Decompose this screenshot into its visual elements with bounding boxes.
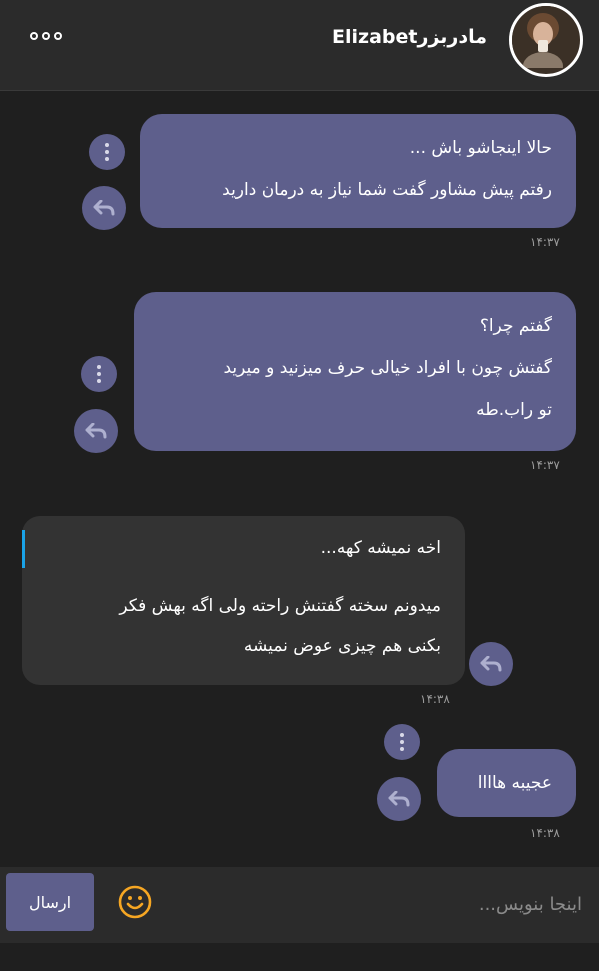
message-time: ۱۴:۳۷: [530, 235, 560, 249]
message-time: ۱۴:۳۷: [530, 458, 560, 472]
message-text: گفتم چرا؟: [479, 316, 552, 336]
reply-button[interactable]: [82, 186, 126, 230]
message-text: عجیبه هاااا: [477, 773, 552, 793]
chat-header: مادربزرElizabet: [0, 0, 599, 91]
avatar[interactable]: [509, 3, 583, 77]
message-text: حالا اینجاشو باش ...: [409, 138, 552, 158]
quote-bar: [22, 530, 25, 568]
message-time: ۱۴:۳۸: [420, 692, 450, 706]
message-time: ۱۴:۳۸: [530, 826, 560, 840]
message-input[interactable]: [170, 881, 584, 927]
send-button[interactable]: ارسال: [6, 873, 94, 931]
message-text: گفتش چون با افراد خیالی حرف میزنید و میر…: [223, 358, 553, 378]
reply-icon: [388, 791, 410, 807]
message-bubble[interactable]: عجیبه هاااا: [437, 749, 576, 817]
kebab-icon: [97, 365, 101, 383]
contact-name[interactable]: مادربزرElizabet: [332, 26, 487, 48]
smiley-icon[interactable]: [118, 885, 152, 919]
reply-button[interactable]: [377, 777, 421, 821]
reply-button[interactable]: [469, 642, 513, 686]
reply-icon: [480, 656, 502, 672]
message-menu-button[interactable]: [81, 356, 117, 392]
message-text: تو راب.طه: [476, 400, 552, 420]
message-text: بکنی هم چیزی عوض نمیشه: [243, 636, 441, 656]
kebab-icon: [400, 733, 404, 751]
more-options-icon[interactable]: [30, 26, 70, 46]
message-menu-button[interactable]: [384, 724, 420, 760]
message-menu-button[interactable]: [89, 134, 125, 170]
message-text: رفتم پیش مشاور گفت شما نیاز به درمان دار…: [222, 180, 552, 200]
message-composer: ارسال: [0, 867, 599, 943]
message-bubble[interactable]: حالا اینجاشو باش ... رفتم پیش مشاور گفت …: [140, 114, 576, 228]
message-bubble[interactable]: گفتم چرا؟ گفتش چون با افراد خیالی حرف می…: [134, 292, 576, 451]
kebab-icon: [105, 143, 109, 161]
message-text: میدونم سخته گفتنش راحته ولی اگه بهش فکر: [119, 596, 441, 616]
message-text: اخه نمیشه کهه...: [320, 538, 441, 558]
reply-button[interactable]: [74, 409, 118, 453]
reply-icon: [93, 200, 115, 216]
message-bubble[interactable]: اخه نمیشه کهه... میدونم سخته گفتنش راحته…: [22, 516, 465, 685]
reply-icon: [85, 423, 107, 439]
